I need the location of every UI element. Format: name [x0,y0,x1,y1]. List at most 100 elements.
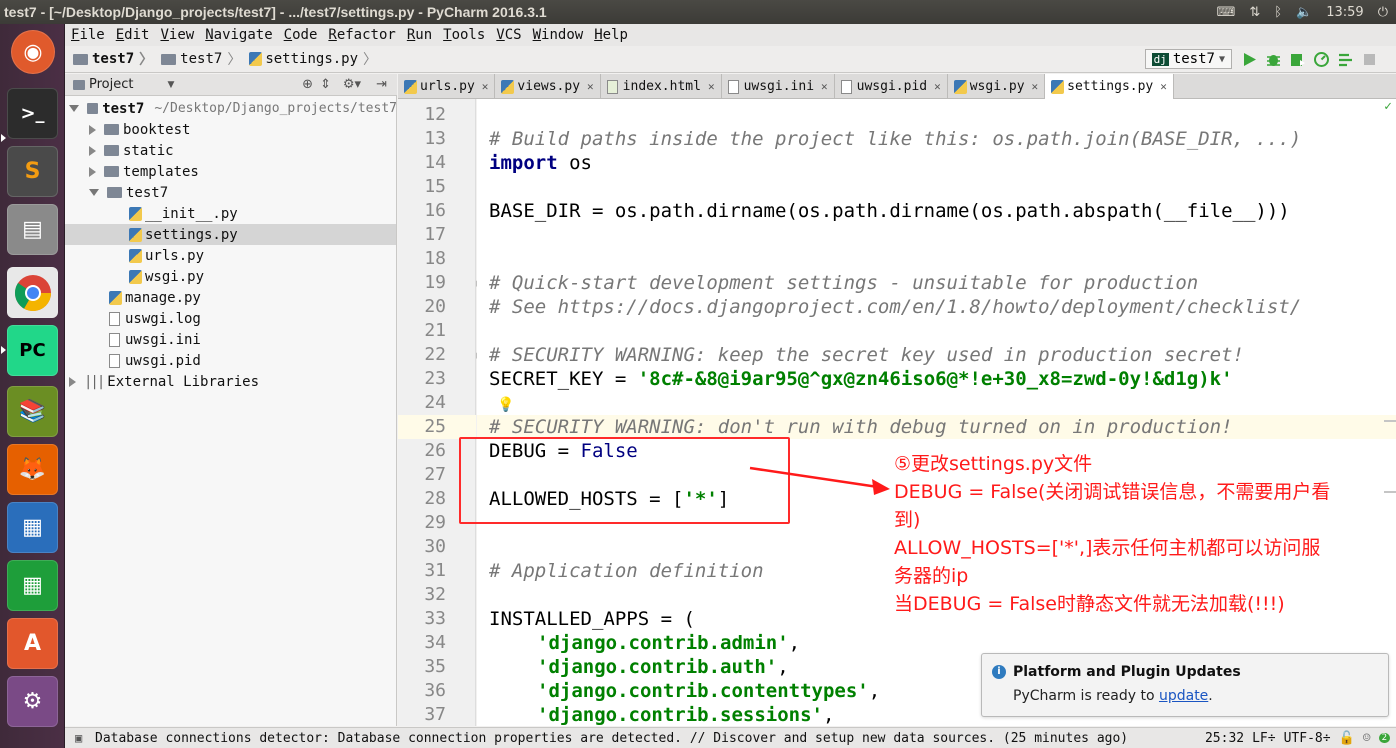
collapse-icon[interactable]: ⇕ [320,77,331,92]
tab-settings-py[interactable]: settings.py ✕ [1045,74,1174,99]
run-icon[interactable] [1241,51,1258,68]
menu-file[interactable]: File [71,27,105,43]
tree-item-settings-py[interactable]: settings.py [65,224,396,245]
line-number: 31 [424,560,446,581]
python-file-icon [129,227,142,242]
power-icon[interactable]: ⏻ [1378,5,1388,20]
stop-icon[interactable] [1361,51,1378,68]
breadcrumb-file[interactable]: settings.py 〉 [245,49,381,69]
code-line-13: # Build paths inside the project like th… [489,128,1302,150]
sublime-text-icon[interactable]: S [7,146,58,197]
libreoffice-writer-icon[interactable]: ▦ [7,502,58,553]
tree-item-templates[interactable]: templates [89,161,199,182]
tree-item-booktest[interactable]: booktest [89,119,190,140]
file-manager-icon[interactable]: ▤ [7,204,58,255]
tab-views-py[interactable]: views.py ✕ [495,74,601,99]
line-number: 21 [424,320,446,341]
line-number: 15 [424,176,446,197]
menu-navigate[interactable]: Navigate [205,27,272,43]
tree-item-urls-py[interactable]: urls.py [129,245,204,266]
coverage-icon[interactable] [1289,51,1306,68]
tree-item-external-libraries[interactable]: ||| External Libraries [69,371,259,392]
breadcrumb-package[interactable]: test7 〉 [157,49,245,69]
chrome-icon[interactable] [7,267,58,318]
status-message[interactable]: Database connections detector: Database … [95,731,1128,746]
sync-icon[interactable]: ⊕ [302,77,313,92]
caret-position[interactable]: 25:32 [1205,731,1244,746]
folder-icon [104,166,119,177]
keyboard-icon[interactable]: ⌨ [1217,5,1236,20]
tab-urls-py[interactable]: urls.py ✕ [398,74,496,99]
close-icon[interactable]: ✕ [708,80,715,93]
tree-item-uwsgi-pid[interactable]: uwsgi.pid [109,350,201,371]
update-notification[interactable]: i Platform and Plugin Updates PyCharm is… [981,653,1389,717]
code-line-20: # See https://docs.djangoproject.com/en/… [489,296,1302,318]
close-icon[interactable]: ✕ [482,80,489,93]
reader-icon[interactable]: 📚 [7,386,58,437]
clock[interactable]: 13:59 [1326,5,1363,20]
terminal-icon[interactable]: >_ [7,88,58,139]
update-link[interactable]: update [1159,688,1208,704]
settings-icon[interactable]: ⚙ [7,676,58,727]
menu-run[interactable]: Run [407,27,432,43]
network-icon[interactable]: ⇅ [1249,5,1260,20]
project-panel-header: Project ▼ ⊕ ⇕ ⚙▾ ⇥ [65,74,397,96]
code-editor[interactable]: # Build paths inside the project like th… [477,99,1396,726]
scrollbar-marker[interactable] [1384,491,1396,493]
django-icon: dj [1151,52,1169,66]
menu-vcs[interactable]: VCS [496,27,521,43]
tree-item-uwsgi-ini[interactable]: uwsgi.ini [109,329,201,350]
concurrency-icon[interactable] [1337,51,1354,68]
run-configuration-dropdown[interactable]: dj test7 ▼ [1144,49,1232,69]
tree-item-uswgi-log[interactable]: uswgi.log [109,308,201,329]
tab-uwsgi-ini[interactable]: uwsgi.ini ✕ [722,74,835,99]
close-icon[interactable]: ✕ [1032,80,1039,93]
profile-icon[interactable] [1313,51,1330,68]
line-separator[interactable]: LF÷ [1252,731,1275,746]
tab-uwsgi-pid[interactable]: uwsgi.pid ✕ [835,74,948,99]
menu-help[interactable]: Help [594,27,628,43]
libreoffice-calc-icon[interactable]: ▦ [7,560,58,611]
debug-icon[interactable] [1265,51,1282,68]
menu-view[interactable]: View [160,27,194,43]
tree-item-test7[interactable]: test7 [89,182,168,203]
scrollbar-marker[interactable] [1384,420,1396,422]
tree-item-init-py[interactable]: __init__.py [129,203,238,224]
menu-window[interactable]: Window [533,27,584,43]
python-file-icon [129,269,142,284]
close-icon[interactable]: ✕ [934,80,941,93]
ubuntu-dash-icon[interactable]: ◉ [11,30,55,74]
event-log-icon[interactable]: 2 [1378,733,1390,743]
tree-item-manage-py[interactable]: manage.py [109,287,201,308]
tab-index-html[interactable]: index.html ✕ [601,74,722,99]
breadcrumb-project[interactable]: test7 〉 [65,49,157,69]
line-number: 33 [424,608,446,629]
lock-icon[interactable]: 🔓 [1339,731,1355,746]
tree-item-static[interactable]: static [89,140,174,161]
tree-item-wsgi-py[interactable]: wsgi.py [129,266,204,287]
hide-icon[interactable]: ⇥ [376,77,387,92]
menu-bar: File Edit View Navigate Code Refactor Ru… [65,24,1396,46]
intention-bulb-icon[interactable]: 💡 [497,397,514,413]
close-icon[interactable]: ✕ [821,80,828,93]
gear-icon[interactable]: ⚙▾ [343,77,361,92]
software-center-icon[interactable]: A [7,618,58,669]
inspection-icon[interactable]: ☺ [1363,731,1371,746]
menu-edit[interactable]: Edit [116,27,150,43]
ini-file-icon [109,332,120,347]
bluetooth-icon[interactable]: ᛒ [1274,5,1282,20]
close-icon[interactable]: ✕ [587,80,594,93]
menu-refactor[interactable]: Refactor [328,27,395,43]
tool-windows-icon[interactable]: ▣ [75,731,82,745]
tab-wsgi-py[interactable]: wsgi.py ✕ [948,74,1046,99]
volume-icon[interactable]: 🔈 [1296,5,1312,20]
menu-tools[interactable]: Tools [443,27,485,43]
close-icon[interactable]: ✕ [1160,80,1167,93]
menu-code[interactable]: Code [284,27,318,43]
chevron-down-icon[interactable]: ▼ [167,80,174,90]
code-line-34: 'django.contrib.admin', [537,632,801,654]
firefox-icon[interactable]: 🦊 [7,444,58,495]
tree-root[interactable]: test7 ~/Desktop/Django_projects/test7 [69,98,396,119]
file-encoding[interactable]: UTF-8÷ [1284,731,1331,746]
pycharm-icon[interactable]: PC [7,325,58,376]
